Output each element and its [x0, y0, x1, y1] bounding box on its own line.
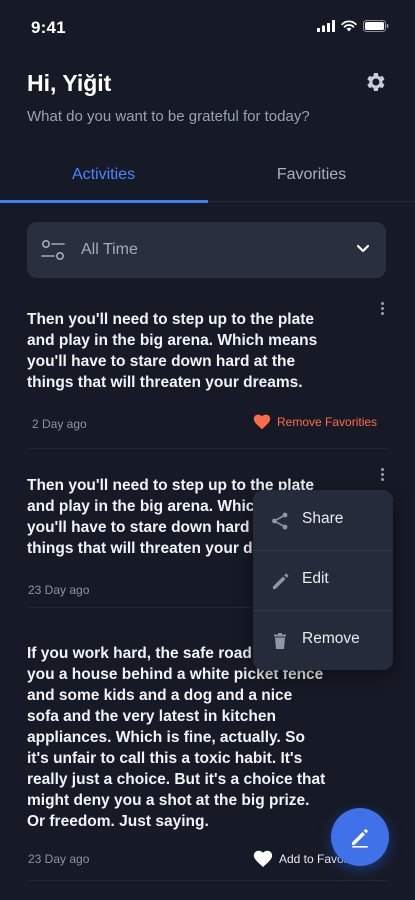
menu-item-edit[interactable]: Edit [253, 550, 393, 610]
menu-item-remove[interactable]: Remove [253, 610, 393, 670]
gratitude-card: If you work hard, the safe road will get… [27, 643, 387, 832]
card-text: Then you'll need to step up to the plate… [27, 311, 318, 391]
settings-button[interactable] [363, 70, 387, 94]
tab-activities[interactable]: Activities [0, 148, 207, 202]
heart-icon [253, 850, 273, 867]
battery-icon [363, 20, 389, 32]
more-dot [380, 307, 384, 310]
active-tab-indicator [0, 200, 208, 203]
pencil-icon [273, 573, 289, 589]
status-bar: 9:41 [0, 0, 415, 56]
more-dot [380, 473, 384, 476]
remove-favorite-button[interactable]: Remove Favorities [253, 414, 377, 430]
more-dot [380, 312, 384, 315]
card-divider [27, 448, 389, 449]
new-entry-fab[interactable] [331, 808, 389, 866]
time-filter-dropdown[interactable]: All Time [27, 222, 386, 278]
status-time: 9:41 [31, 18, 66, 37]
card-date: 23 Day ago [28, 583, 90, 597]
favorite-label: Remove Favorities [277, 415, 378, 429]
more-dot [380, 468, 384, 471]
card-date: 23 Day ago [28, 852, 90, 866]
menu-item-label: Remove [302, 630, 360, 647]
share-icon [272, 512, 288, 530]
card-divider [27, 880, 389, 881]
more-dot [380, 478, 384, 481]
greeting-subtitle: What do you want to be grateful for toda… [27, 108, 310, 125]
tab-favorites[interactable]: Favorities [208, 148, 415, 202]
menu-item-label: Share [302, 510, 344, 527]
filter-selected-value: All Time [81, 241, 138, 258]
heart-filled-icon [253, 414, 271, 430]
card-context-menu: Share Edit Remove [253, 490, 393, 670]
more-dot [380, 302, 384, 305]
card-more-button[interactable] [372, 300, 392, 320]
status-icons [317, 20, 389, 32]
card-more-button[interactable] [372, 466, 392, 486]
cellular-signal-icon [317, 20, 335, 32]
menu-item-share[interactable]: Share [253, 490, 393, 550]
gear-icon [367, 73, 385, 91]
pencil-icon [352, 829, 368, 848]
greeting-title: Hi, Yiğit [27, 70, 112, 96]
trash-icon [274, 633, 286, 649]
wifi-icon [341, 20, 357, 32]
chevron-down-icon [356, 244, 370, 253]
card-text: If you work hard, the safe road will get… [27, 645, 326, 830]
card-date: 2 Day ago [32, 417, 87, 431]
gratitude-card: Then you'll need to step up to the plate… [27, 309, 387, 393]
menu-item-label: Edit [302, 570, 329, 587]
tab-bar: Activities Favorities [0, 148, 415, 203]
filter-sliders-icon [41, 239, 65, 261]
